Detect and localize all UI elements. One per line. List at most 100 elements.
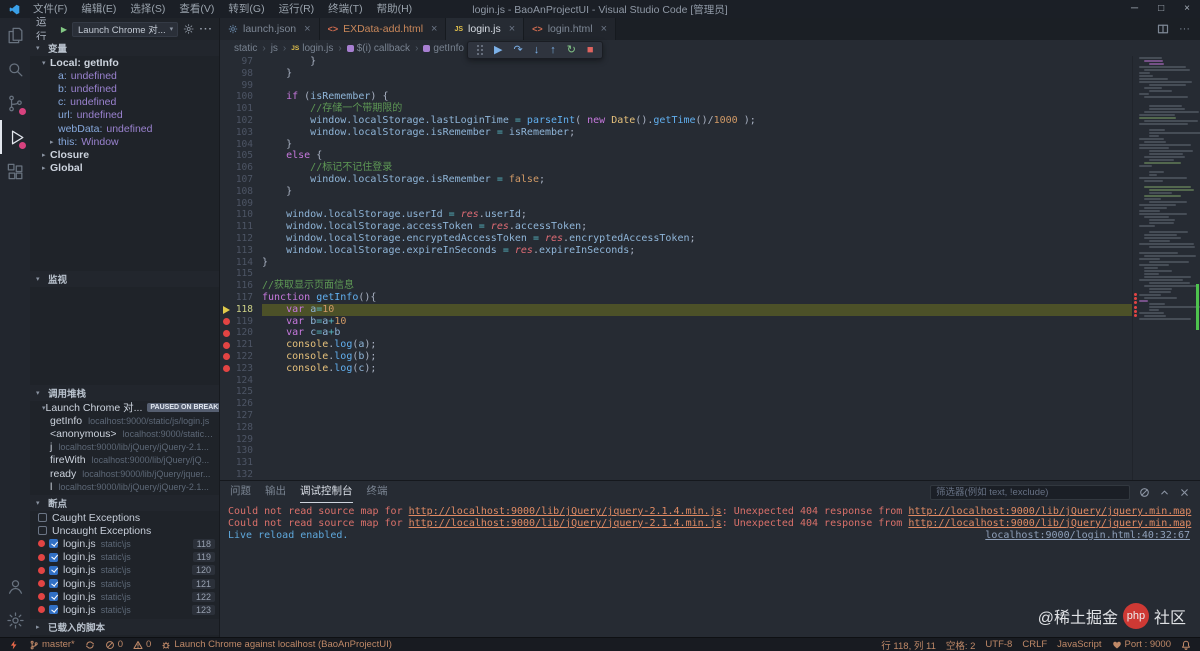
line-gutter[interactable]: 104 xyxy=(220,139,262,151)
code-line[interactable]: 130 xyxy=(220,445,1132,457)
code-line[interactable]: 105 else { xyxy=(220,150,1132,162)
code-line[interactable]: 125 xyxy=(220,386,1132,398)
line-gutter[interactable]: 114 xyxy=(220,257,262,269)
line-gutter[interactable]: 129 xyxy=(220,434,262,446)
tab-login.js[interactable]: JSlogin.js× xyxy=(446,18,524,40)
line-gutter[interactable]: 99 xyxy=(220,80,262,92)
variable-scope-row[interactable]: ▸Closure xyxy=(30,148,219,161)
exception-breakpoint-row[interactable]: Caught Exceptions xyxy=(30,511,219,524)
watch-header[interactable]: ▾监视 xyxy=(30,271,219,287)
variable-row[interactable]: c:undefined xyxy=(30,96,219,109)
encoding[interactable]: UTF-8 xyxy=(980,639,1017,650)
line-gutter[interactable]: 130 xyxy=(220,445,262,457)
code-line[interactable]: 102 window.localStorage.lastLoginTime = … xyxy=(220,115,1132,127)
menu-item[interactable]: 编辑(E) xyxy=(74,0,123,18)
code-line[interactable]: 121 console.log(a); xyxy=(220,339,1132,351)
variable-row[interactable]: webData:undefined xyxy=(30,122,219,135)
line-gutter[interactable]: 106 xyxy=(220,162,262,174)
variable-scope-row[interactable]: ▸Global xyxy=(30,162,219,175)
code-line[interactable]: 107 window.localStorage.isRemember = fal… xyxy=(220,174,1132,186)
code-line[interactable]: 124 xyxy=(220,375,1132,387)
code-line[interactable]: 123 console.log(c); xyxy=(220,363,1132,375)
explorer-button[interactable] xyxy=(0,18,30,52)
code-line[interactable]: 113 window.localStorage.expireInSeconds … xyxy=(220,245,1132,257)
step-over-icon[interactable]: ↷ xyxy=(513,42,522,58)
line-gutter[interactable]: 117 xyxy=(220,292,262,304)
variable-row[interactable]: url:undefined xyxy=(30,109,219,122)
menu-item[interactable]: 运行(R) xyxy=(272,0,322,18)
menu-item[interactable]: 帮助(H) xyxy=(370,0,420,18)
menu-item[interactable]: 终端(T) xyxy=(321,0,369,18)
line-gutter[interactable]: 123 xyxy=(220,363,262,375)
exception-breakpoint-row[interactable]: Uncaught Exceptions xyxy=(30,524,219,537)
extensions-button[interactable] xyxy=(0,154,30,188)
debug-status[interactable]: Launch Chrome against localhost (BaoAnPr… xyxy=(156,639,397,650)
maximize-panel-icon[interactable] xyxy=(1159,487,1170,498)
code-line[interactable]: 98 } xyxy=(220,68,1132,80)
close-icon[interactable]: × xyxy=(431,23,437,35)
code-line[interactable]: 114} xyxy=(220,257,1132,269)
console-link[interactable]: http://localhost:9000/lib/jQuery/jquery-… xyxy=(409,518,722,529)
code-line[interactable]: 115 xyxy=(220,268,1132,280)
checkbox[interactable] xyxy=(49,553,58,562)
current-line-arrow-icon[interactable] xyxy=(220,306,233,314)
breakpoint-row[interactable]: login.jsstatic\js118 xyxy=(30,537,219,550)
line-gutter[interactable]: 98 xyxy=(220,68,262,80)
code-line[interactable]: 131 xyxy=(220,457,1132,469)
line-gutter[interactable]: 132 xyxy=(220,469,262,480)
breakpoint-slot[interactable] xyxy=(220,342,233,349)
warnings[interactable]: 0 xyxy=(128,639,156,650)
code-line[interactable]: 128 xyxy=(220,422,1132,434)
checkbox[interactable] xyxy=(38,526,47,535)
stack-frame-row[interactable]: llocalhost:9000/lib/jQuery/jQuery-2.1... xyxy=(30,480,219,493)
line-gutter[interactable]: 110 xyxy=(220,209,262,221)
breakpoint-slot[interactable] xyxy=(220,365,233,372)
code-line[interactable]: 109 xyxy=(220,198,1132,210)
code-line[interactable]: 122 console.log(b); xyxy=(220,351,1132,363)
stack-frame-row[interactable]: readylocalhost:9000/lib/jQuery/jquer... xyxy=(30,467,219,480)
code-line[interactable]: 110 window.localStorage.userId = res.use… xyxy=(220,209,1132,221)
line-gutter[interactable]: 112 xyxy=(220,233,262,245)
checkbox[interactable] xyxy=(49,566,58,575)
line-gutter[interactable]: 103 xyxy=(220,127,262,139)
line-gutter[interactable]: 102 xyxy=(220,115,262,127)
variable-scope-row[interactable]: ▾Local: getInfo xyxy=(30,56,219,69)
code-line[interactable]: 119 var b=a+10 xyxy=(220,316,1132,328)
close-panel-icon[interactable] xyxy=(1179,487,1190,498)
search-button[interactable] xyxy=(0,52,30,86)
continue-icon[interactable]: ▶ xyxy=(494,42,502,58)
tab-login.html[interactable]: <>login.html× xyxy=(524,18,616,40)
debug-session-row[interactable]: ▾Launch Chrome 对...PAUSED ON BREAKPOINT xyxy=(30,401,219,414)
line-gutter[interactable]: 119 xyxy=(220,316,262,328)
checkbox[interactable] xyxy=(49,579,58,588)
loaded-scripts-header[interactable]: ▸已载入的脚本 xyxy=(30,619,219,635)
breakpoint-row[interactable]: login.jsstatic\js122 xyxy=(30,590,219,603)
panel-tab-调试控制台[interactable]: 调试控制台 xyxy=(300,481,353,503)
line-gutter[interactable]: 127 xyxy=(220,410,262,422)
panel-tab-问题[interactable]: 问题 xyxy=(230,481,251,503)
code-line[interactable]: 106 //标记不记住登录 xyxy=(220,162,1132,174)
breadcrumb-item[interactable]: $(i) callback xyxy=(347,43,410,54)
close-icon[interactable]: × xyxy=(509,23,515,35)
line-gutter[interactable]: 124 xyxy=(220,375,262,387)
sync-button[interactable] xyxy=(80,640,100,650)
code-line[interactable]: 132 xyxy=(220,469,1132,480)
gear-icon[interactable] xyxy=(183,23,194,35)
code-line[interactable]: 104 } xyxy=(220,139,1132,151)
breadcrumb-item[interactable]: getInfo xyxy=(423,43,464,54)
code-line[interactable]: 100 if (isRemember) { xyxy=(220,91,1132,103)
line-gutter[interactable]: 125 xyxy=(220,386,262,398)
remote-indicator[interactable] xyxy=(4,640,24,650)
checkbox[interactable] xyxy=(49,539,58,548)
line-gutter[interactable]: 131 xyxy=(220,457,262,469)
code-line[interactable]: 118 var a=10 xyxy=(220,304,1132,316)
code-line[interactable]: 103 window.localStorage.isRemember = isR… xyxy=(220,127,1132,139)
breadcrumb-item[interactable]: JSlogin.js xyxy=(291,43,333,54)
stack-frame-row[interactable]: <anonymous>localhost:9000/static/js/l... xyxy=(30,427,219,440)
code-line[interactable]: 99 xyxy=(220,80,1132,92)
line-gutter[interactable]: 105 xyxy=(220,150,262,162)
code-line[interactable]: 112 window.localStorage.encryptedAccessT… xyxy=(220,233,1132,245)
console-link[interactable]: http://localhost:9000/lib/jQuery/jquery-… xyxy=(409,506,722,517)
checkbox[interactable] xyxy=(49,592,58,601)
stop-icon[interactable]: ■ xyxy=(587,42,594,58)
